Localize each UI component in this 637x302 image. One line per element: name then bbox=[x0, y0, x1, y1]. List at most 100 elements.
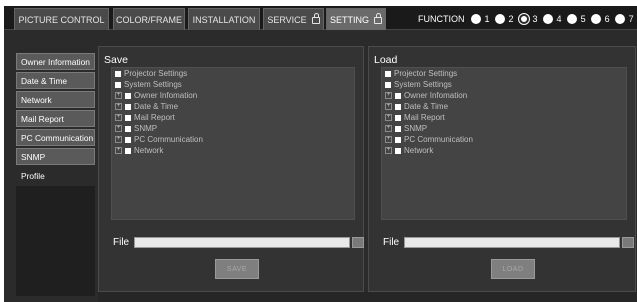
load-browse-button[interactable] bbox=[622, 237, 635, 248]
expand-icon[interactable]: + bbox=[385, 114, 392, 121]
function-option-2[interactable]: 2 bbox=[494, 14, 514, 24]
sidebar-item-snmp[interactable]: SNMP bbox=[16, 148, 95, 165]
checkbox-icon[interactable] bbox=[125, 114, 131, 121]
radio-selected-icon bbox=[517, 13, 530, 25]
save-panel: Save Projector Settings System Settings … bbox=[98, 46, 365, 292]
tree-item-owner-information[interactable]: + Owner Infomation bbox=[382, 90, 626, 101]
function-option-6[interactable]: 6 bbox=[590, 14, 610, 24]
tree-item-label: Network bbox=[404, 146, 434, 155]
sidebar-item-network[interactable]: Network bbox=[16, 91, 95, 108]
bottom-strip bbox=[98, 292, 637, 302]
tree-item-network[interactable]: + Network bbox=[382, 145, 626, 156]
expand-icon[interactable]: + bbox=[385, 103, 392, 110]
tree-item-label: PC Communication bbox=[134, 135, 203, 144]
tab-picture-control[interactable]: PICTURE CONTROL bbox=[14, 8, 109, 30]
save-file-row: File bbox=[113, 237, 365, 248]
load-file-input[interactable] bbox=[404, 237, 621, 248]
tree-item-label: Projector Settings bbox=[394, 69, 458, 78]
expand-icon[interactable]: + bbox=[115, 125, 122, 132]
function-option-label: 4 bbox=[556, 14, 562, 24]
checkbox-icon[interactable] bbox=[125, 147, 131, 154]
load-title: Load bbox=[374, 54, 398, 66]
expand-icon[interactable]: + bbox=[115, 147, 122, 154]
checkbox-icon[interactable] bbox=[395, 125, 401, 132]
checkbox-icon[interactable] bbox=[125, 125, 131, 132]
function-option-4[interactable]: 4 bbox=[542, 14, 562, 24]
function-option-1[interactable]: 1 bbox=[470, 14, 490, 24]
load-settings-tree: Projector Settings System Settings + Owne… bbox=[381, 67, 627, 220]
sidebar-item-label: PC Communication bbox=[21, 132, 94, 143]
expand-icon[interactable]: + bbox=[115, 136, 122, 143]
tree-item-label: SNMP bbox=[134, 124, 158, 133]
tree-item-system-settings[interactable]: System Settings bbox=[382, 79, 626, 90]
sidebar-background bbox=[16, 186, 95, 296]
tree-item-snmp[interactable]: + SNMP bbox=[112, 123, 354, 134]
tab-service[interactable]: SERVICE bbox=[263, 8, 324, 30]
tab-setting[interactable]: SETTING bbox=[326, 8, 386, 30]
tree-item-mail-report[interactable]: + Mail Report bbox=[382, 112, 626, 123]
sidebar-item-profile[interactable]: Profile bbox=[16, 167, 95, 184]
save-file-input[interactable] bbox=[134, 237, 351, 248]
tree-item-system-settings[interactable]: System Settings bbox=[112, 79, 354, 90]
checkbox-icon[interactable] bbox=[395, 92, 401, 99]
lock-icon bbox=[311, 13, 320, 24]
tree-item-pc-communication[interactable]: + PC Communication bbox=[382, 134, 626, 145]
lock-icon bbox=[374, 13, 382, 24]
checkbox-icon[interactable] bbox=[115, 70, 121, 77]
checkbox-icon[interactable] bbox=[395, 147, 401, 154]
expand-icon[interactable]: + bbox=[385, 92, 392, 99]
function-option-5[interactable]: 5 bbox=[566, 14, 586, 24]
function-option-label: 1 bbox=[484, 14, 490, 24]
checkbox-icon[interactable] bbox=[125, 136, 131, 143]
tree-item-projector-settings[interactable]: Projector Settings bbox=[112, 68, 354, 79]
tree-item-pc-communication[interactable]: + PC Communication bbox=[112, 134, 354, 145]
tree-item-label: Date & Time bbox=[134, 102, 179, 111]
tree-item-network[interactable]: + Network bbox=[112, 145, 354, 156]
tree-item-owner-information[interactable]: + Owner Infomation bbox=[112, 90, 354, 101]
tab-label: SETTING bbox=[329, 14, 369, 25]
save-title: Save bbox=[104, 54, 128, 66]
tree-item-snmp[interactable]: + SNMP bbox=[382, 123, 626, 134]
settings-window: PICTURE CONTROL COLOR/FRAME INSTALLATION… bbox=[4, 6, 637, 302]
checkbox-icon[interactable] bbox=[395, 103, 401, 110]
tree-item-label: Date & Time bbox=[404, 102, 449, 111]
tree-item-mail-report[interactable]: + Mail Report bbox=[112, 112, 354, 123]
checkbox-icon[interactable] bbox=[395, 114, 401, 121]
tree-item-date-time[interactable]: + Date & Time bbox=[382, 101, 626, 112]
tab-installation[interactable]: INSTALLATION bbox=[188, 8, 260, 30]
sidebar-item-pc-communication[interactable]: PC Communication bbox=[16, 129, 95, 146]
load-file-row: File bbox=[383, 237, 635, 248]
expand-icon[interactable]: + bbox=[115, 92, 122, 99]
tree-item-label: PC Communication bbox=[404, 135, 473, 144]
radio-icon bbox=[542, 14, 553, 24]
radio-icon bbox=[614, 14, 625, 24]
function-option-label: 7 bbox=[628, 14, 634, 24]
function-option-label: 2 bbox=[508, 14, 514, 24]
sidebar-item-mail-report[interactable]: Mail Report bbox=[16, 110, 95, 127]
checkbox-icon[interactable] bbox=[115, 81, 121, 88]
checkbox-icon[interactable] bbox=[385, 70, 391, 77]
expand-icon[interactable]: + bbox=[115, 103, 122, 110]
sidebar-item-date-time[interactable]: Date & Time bbox=[16, 72, 95, 89]
checkbox-icon[interactable] bbox=[385, 81, 391, 88]
expand-icon[interactable]: + bbox=[385, 136, 392, 143]
checkbox-icon[interactable] bbox=[125, 103, 131, 110]
expand-icon[interactable]: + bbox=[385, 125, 392, 132]
checkbox-icon[interactable] bbox=[395, 136, 401, 143]
expand-icon[interactable]: + bbox=[115, 114, 122, 121]
function-option-3[interactable]: 3 bbox=[517, 13, 538, 25]
save-button[interactable]: SAVE bbox=[215, 259, 259, 279]
tree-item-date-time[interactable]: + Date & Time bbox=[112, 101, 354, 112]
load-button[interactable]: LOAD bbox=[491, 259, 535, 279]
settings-sidebar: Owner Information Date & Time Network Ma… bbox=[16, 53, 95, 186]
tree-item-label: Owner Infomation bbox=[404, 91, 468, 100]
tree-item-projector-settings[interactable]: Projector Settings bbox=[382, 68, 626, 79]
tree-item-label: Network bbox=[134, 146, 164, 155]
sidebar-item-owner-information[interactable]: Owner Information bbox=[16, 53, 95, 70]
tab-color-frame[interactable]: COLOR/FRAME bbox=[113, 8, 185, 30]
expand-icon[interactable]: + bbox=[385, 147, 392, 154]
checkbox-icon[interactable] bbox=[125, 92, 131, 99]
save-browse-button[interactable] bbox=[352, 237, 365, 248]
top-tab-bar: PICTURE CONTROL COLOR/FRAME INSTALLATION… bbox=[4, 6, 637, 30]
function-option-7[interactable]: 7 bbox=[614, 14, 634, 24]
